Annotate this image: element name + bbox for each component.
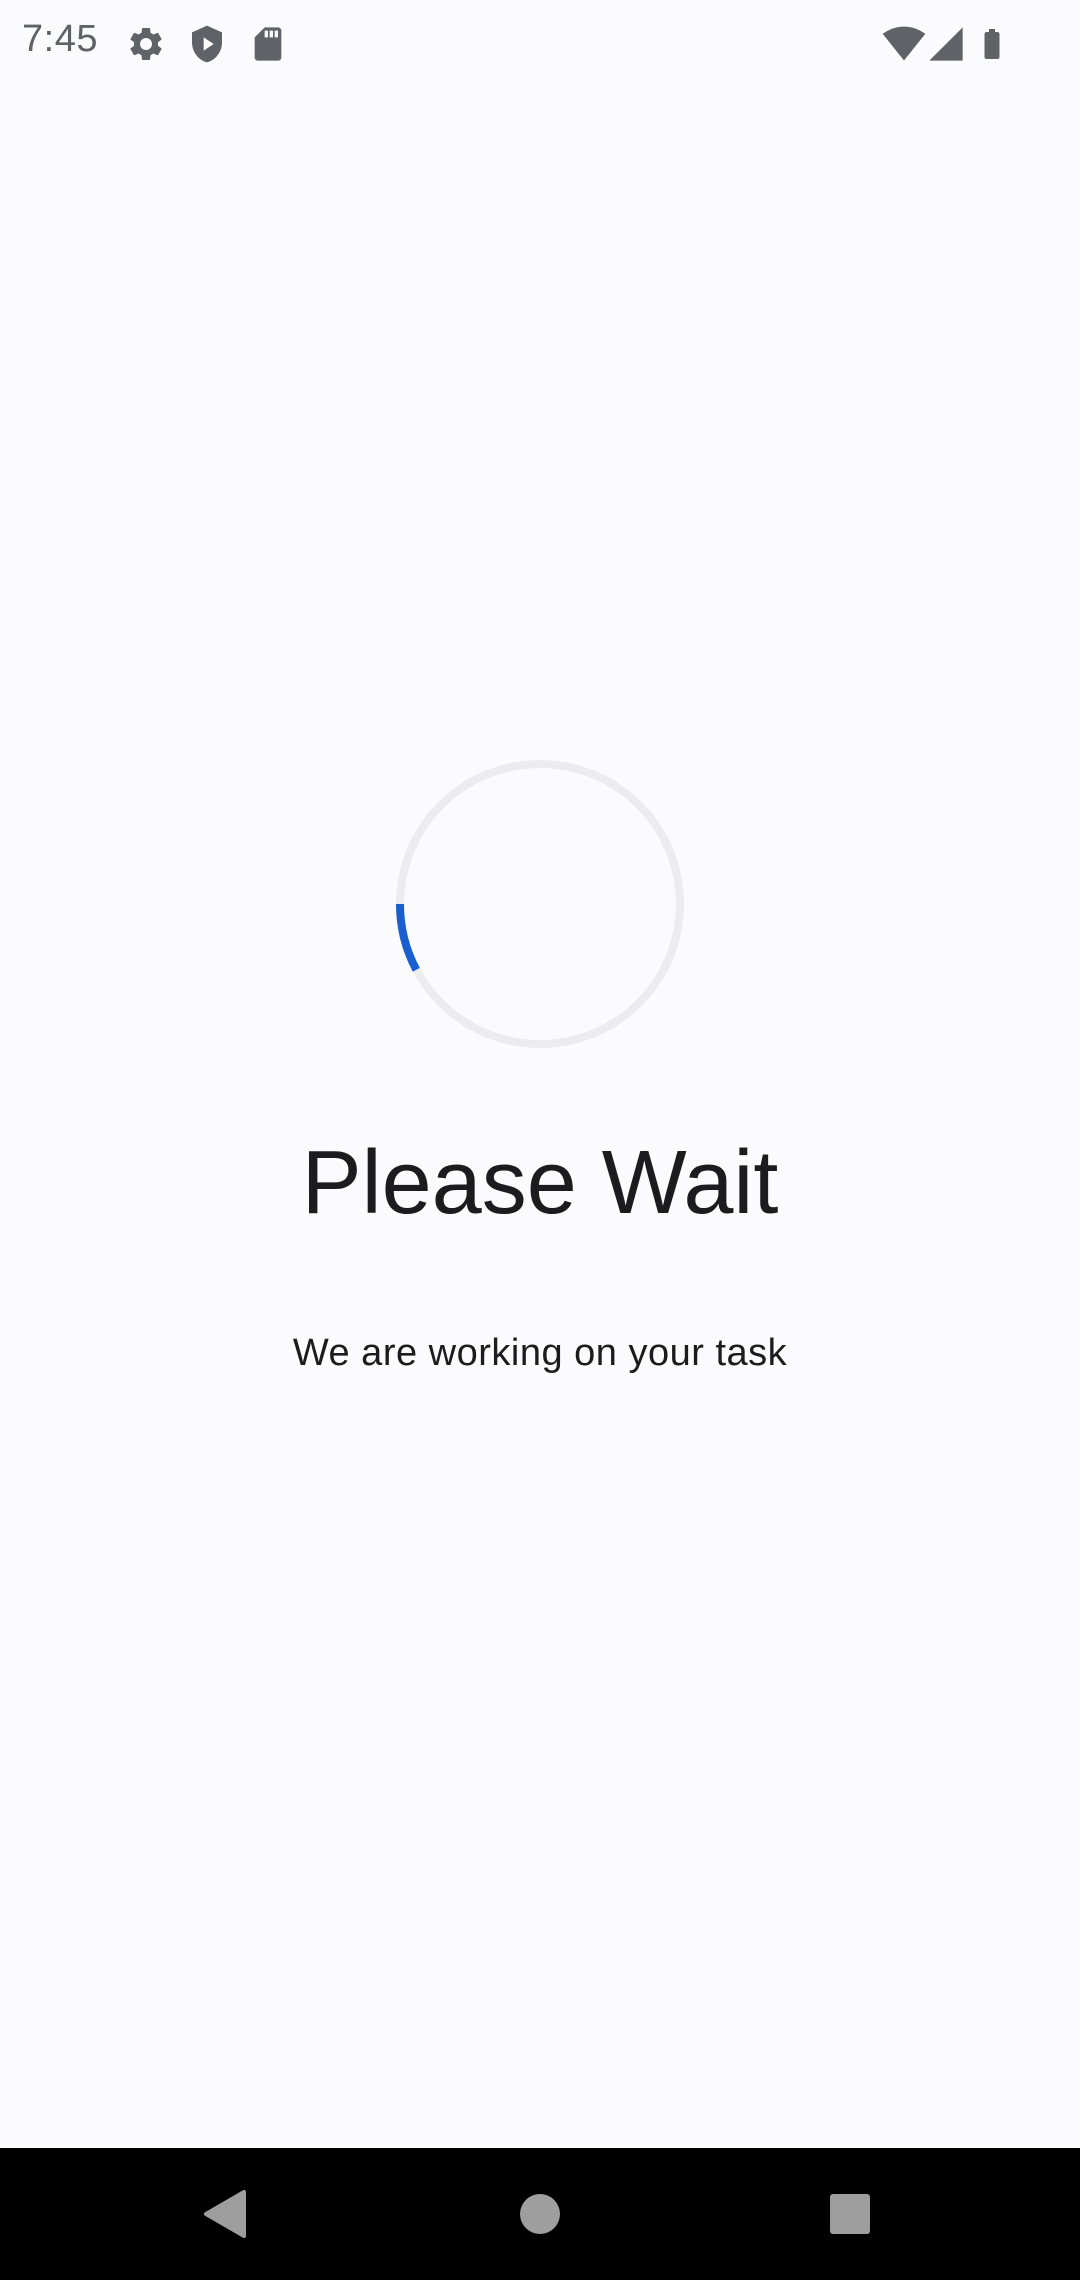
back-icon[interactable]	[196, 2184, 256, 2244]
screen: 7:45 Please Wait We are working on your …	[0, 0, 1080, 2280]
spinner-arc	[395, 903, 420, 972]
status-bar: 7:45	[0, 0, 1080, 88]
navigation-bar	[0, 2148, 1080, 2280]
battery-icon	[974, 22, 1010, 66]
sd-card-icon	[248, 22, 288, 66]
loading-title: Please Wait	[301, 1133, 779, 1233]
home-icon[interactable]	[510, 2184, 570, 2244]
spinner-track	[396, 760, 684, 1048]
wifi-icon	[882, 22, 926, 66]
loading-spinner	[394, 758, 686, 1050]
recents-icon[interactable]	[820, 2184, 880, 2244]
shield-play-icon	[187, 22, 227, 66]
cell-signal-icon	[926, 22, 966, 66]
loading-message: We are working on your task	[292, 1332, 788, 1374]
status-time: 7:45	[22, 18, 98, 60]
gear-icon	[126, 22, 166, 66]
